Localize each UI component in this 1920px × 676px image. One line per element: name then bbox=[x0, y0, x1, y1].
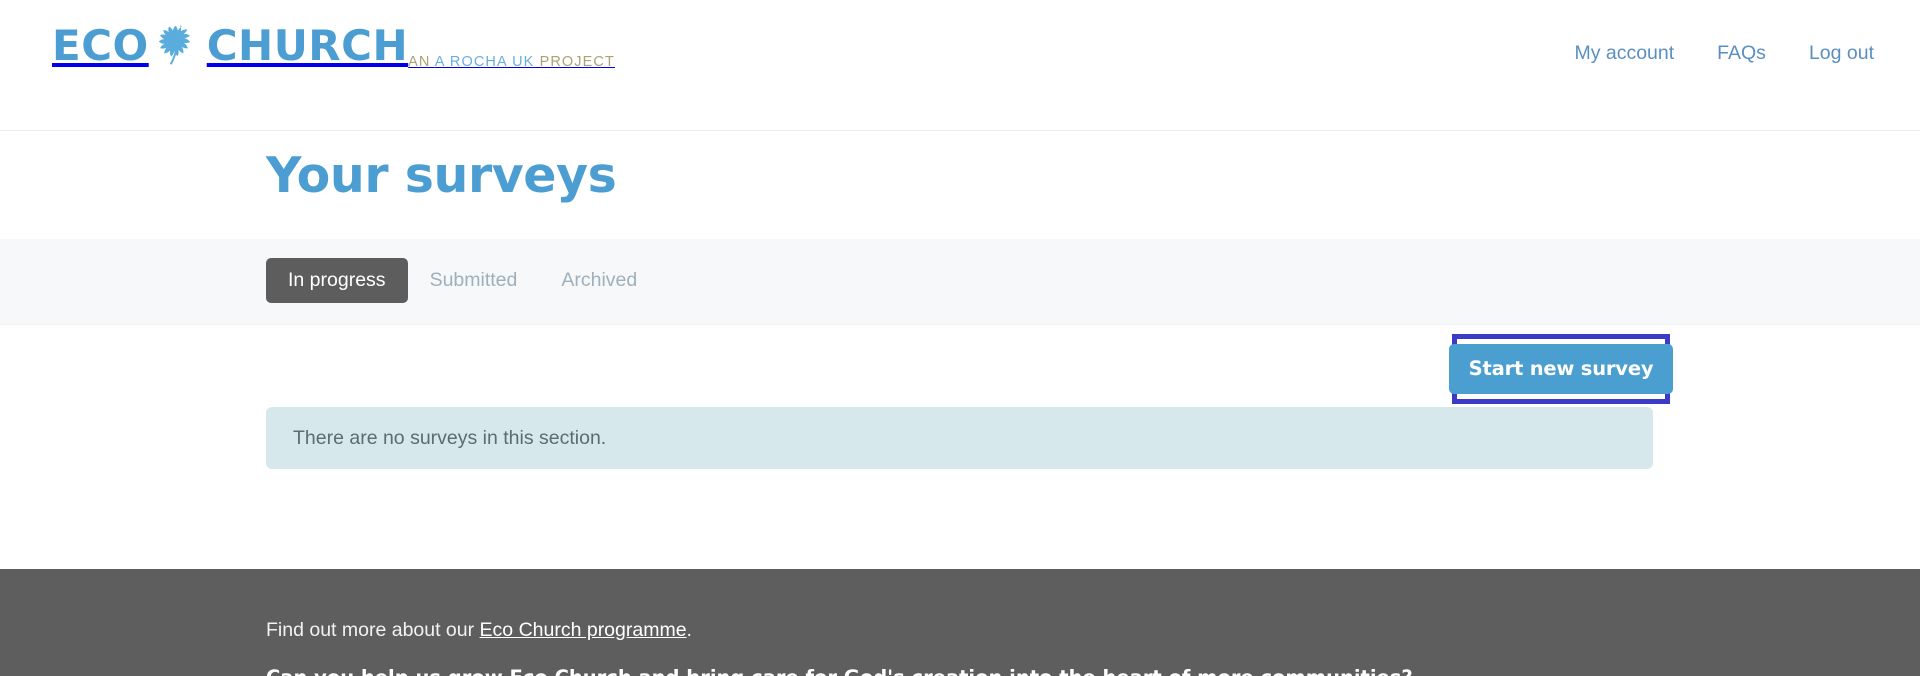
nav-link-my-account[interactable]: My account bbox=[1574, 42, 1674, 65]
survey-status-tabs: In progress Submitted Archived bbox=[266, 258, 659, 304]
footer-text-prefix: Find out more about our bbox=[266, 619, 480, 641]
tab-submitted[interactable]: Submitted bbox=[408, 258, 540, 303]
logo-tagline-part2: A ROCHA UK bbox=[434, 54, 535, 70]
empty-state-alert: There are no surveys in this section. bbox=[266, 407, 1653, 469]
logo-text-church: CHURCH bbox=[206, 21, 409, 70]
tab-archived[interactable]: Archived bbox=[539, 258, 659, 303]
oak-leaf-icon bbox=[158, 24, 190, 65]
start-new-survey-button[interactable]: Start new survey bbox=[1448, 344, 1674, 394]
nav-link-log-out[interactable]: Log out bbox=[1809, 42, 1874, 65]
logo-tagline-part3: PROJECT bbox=[534, 54, 615, 70]
site-footer: Find out more about our Eco Church progr… bbox=[0, 569, 1920, 676]
footer-text-suffix: . bbox=[686, 619, 692, 641]
site-header: ECO CHURCH AN A ROCHA UK PROJECT My acco… bbox=[0, 0, 1920, 131]
start-new-survey-highlight: Start new survey bbox=[1448, 334, 1674, 404]
page-title: Your surveys bbox=[266, 147, 617, 204]
logo-tagline: AN A ROCHA UK PROJECT bbox=[408, 54, 615, 70]
eco-church-logo[interactable]: ECO CHURCH AN A ROCHA UK PROJECT bbox=[52, 22, 615, 71]
logo-text-eco: ECO bbox=[52, 21, 149, 70]
tab-strip: In progress Submitted Archived bbox=[0, 239, 1920, 325]
logo-row: ECO CHURCH bbox=[52, 22, 408, 70]
footer-line-1: Find out more about our Eco Church progr… bbox=[266, 569, 1666, 642]
footer-link-eco-church-programme[interactable]: Eco Church programme bbox=[480, 619, 687, 641]
main-navigation: My account FAQs Log out bbox=[1574, 42, 1874, 65]
logo-tagline-part1: AN bbox=[408, 54, 435, 70]
title-band: Your surveys bbox=[0, 131, 1920, 239]
nav-link-faqs[interactable]: FAQs bbox=[1717, 42, 1766, 65]
footer-line-2: Can you help us grow Eco Church and brin… bbox=[266, 642, 1666, 676]
empty-state-message: There are no surveys in this section. bbox=[293, 426, 607, 449]
tab-in-progress[interactable]: In progress bbox=[266, 258, 408, 304]
footer-inner: Find out more about our Eco Church progr… bbox=[266, 569, 1666, 676]
